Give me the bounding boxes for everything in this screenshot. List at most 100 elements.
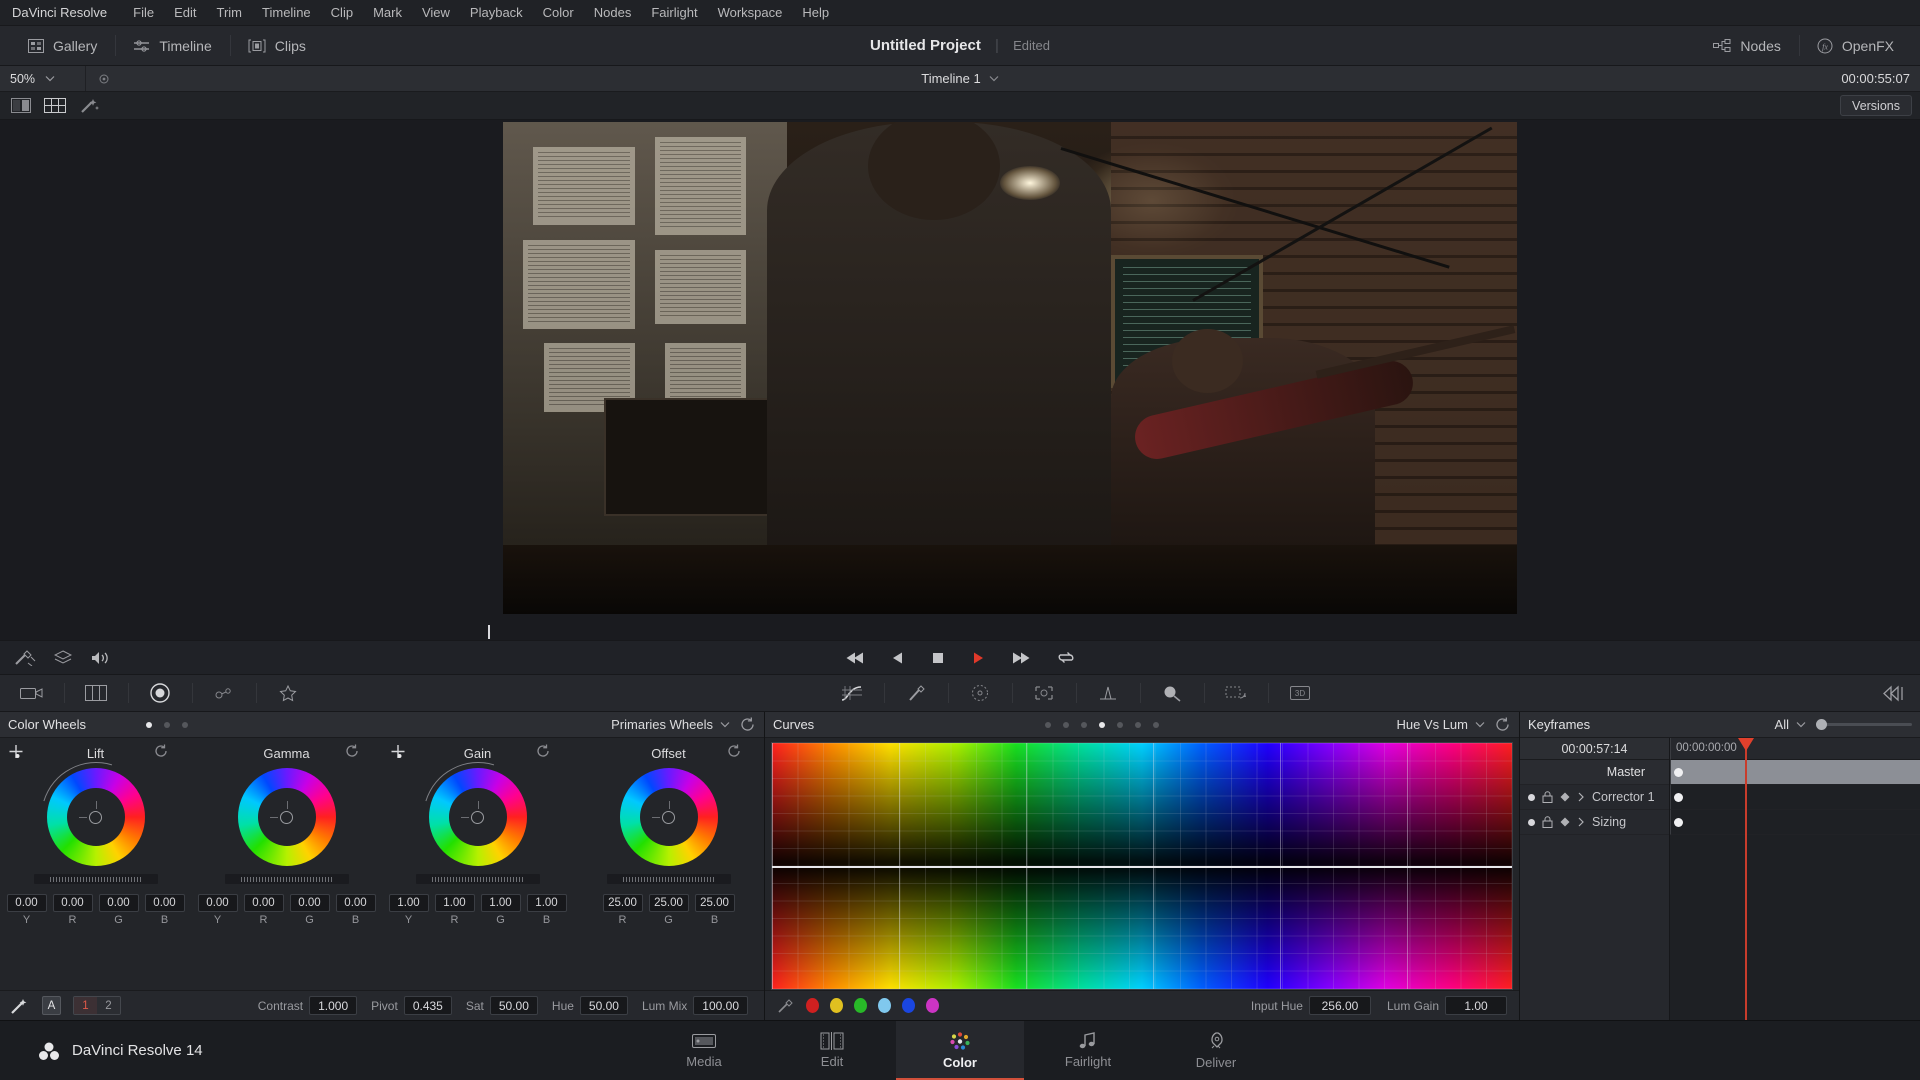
versions-button[interactable]: Versions: [1840, 95, 1912, 116]
keyframes-filter-selector[interactable]: All: [1775, 717, 1806, 732]
color-picker-icon[interactable]: [14, 649, 36, 666]
record-icon[interactable]: [128, 675, 192, 711]
page-dot[interactable]: [146, 721, 152, 728]
menu-item-playback[interactable]: Playback: [460, 0, 533, 26]
viewer-scrubber[interactable]: [0, 624, 1920, 640]
page-button-deliver[interactable]: Deliver: [1152, 1021, 1280, 1080]
gamma-g-value[interactable]: 0.00: [289, 894, 330, 912]
page-dot[interactable]: [1081, 721, 1087, 728]
gamma-slider[interactable]: [224, 874, 349, 884]
tracker-palette-icon[interactable]: [1012, 675, 1076, 711]
page-button-edit[interactable]: Edit: [768, 1021, 896, 1080]
lum-mix-value[interactable]: 100.00: [693, 996, 748, 1015]
play-reverse-button[interactable]: [891, 651, 905, 665]
lock-icon[interactable]: [1542, 791, 1553, 803]
page-dot[interactable]: [1117, 721, 1123, 728]
contrast-value[interactable]: 1.000: [309, 996, 358, 1015]
lift-y-value[interactable]: 0.00: [6, 894, 47, 912]
jump-to-end-button[interactable]: [1011, 651, 1031, 665]
curve-swatch-cyan[interactable]: [878, 998, 891, 1013]
openfx-button[interactable]: fx OpenFX: [1798, 26, 1912, 65]
keyframes-playhead[interactable]: [1738, 738, 1754, 1020]
lift-crosshair[interactable]: [79, 800, 102, 824]
version-2-button[interactable]: 2: [97, 997, 120, 1014]
power-window-icon[interactable]: [948, 675, 1012, 711]
page-button-fairlight[interactable]: Fairlight: [1024, 1021, 1152, 1080]
offset-reset-icon[interactable]: [727, 744, 742, 758]
lift-b-value[interactable]: 0.00: [144, 894, 185, 912]
gamma-b-value[interactable]: 0.00: [335, 894, 376, 912]
input-hue-value[interactable]: 256.00: [1308, 996, 1371, 1015]
pivot-value[interactable]: 0.435: [403, 996, 452, 1015]
lift-slider[interactable]: [33, 874, 158, 884]
tracker-icon[interactable]: [192, 675, 256, 711]
page-dot[interactable]: [1099, 721, 1105, 728]
camera-icon[interactable]: [0, 675, 64, 711]
hue-value[interactable]: 50.00: [579, 996, 628, 1015]
playhead-marker[interactable]: [488, 625, 490, 639]
qualifier-icon[interactable]: [884, 675, 948, 711]
menu-item-color[interactable]: Color: [533, 0, 584, 26]
keyframes-ruler[interactable]: 00:00:00:00: [1670, 738, 1920, 760]
gain-picker-icon[interactable]: [390, 744, 407, 761]
gain-reset-icon[interactable]: [536, 744, 551, 758]
offset-crosshair[interactable]: [652, 800, 675, 824]
magic-wand-icon[interactable]: [74, 95, 104, 117]
keyframe-marker[interactable]: [1674, 792, 1683, 802]
page-dot[interactable]: [182, 721, 188, 728]
curve-line[interactable]: [772, 866, 1512, 868]
gain-b-value[interactable]: 1.00: [526, 894, 567, 912]
menu-item-edit[interactable]: Edit: [164, 0, 206, 26]
3d-icon[interactable]: 3D: [1268, 675, 1332, 711]
curve-swatch-magenta[interactable]: [926, 998, 939, 1013]
nodes-panel-button[interactable]: Nodes: [1695, 26, 1798, 65]
gamma-crosshair[interactable]: [270, 800, 293, 824]
sat-value[interactable]: 50.00: [489, 996, 538, 1015]
sizing-icon[interactable]: [1204, 675, 1268, 711]
lift-wheel[interactable]: [21, 742, 170, 892]
curve-swatch-green[interactable]: [854, 998, 867, 1013]
expand-chevron-icon[interactable]: [1577, 817, 1585, 827]
auto-balance-icon[interactable]: [10, 997, 30, 1015]
gain-slider[interactable]: [415, 874, 540, 884]
curves-palette-icon[interactable]: [820, 675, 884, 711]
gain-y-value[interactable]: 1.00: [388, 894, 429, 912]
key-icon[interactable]: [1140, 675, 1204, 711]
keyframes-row-sizing[interactable]: Sizing: [1520, 810, 1669, 835]
zoom-level-selector[interactable]: 50%: [0, 66, 86, 91]
gamma-r-value[interactable]: 0.00: [243, 894, 284, 912]
menu-item-nodes[interactable]: Nodes: [584, 0, 642, 26]
lum-gain-value[interactable]: 1.00: [1445, 996, 1507, 1015]
gamma-y-value[interactable]: 0.00: [197, 894, 238, 912]
jump-to-start-button[interactable]: [845, 651, 865, 665]
keyframes-track-corrector-1[interactable]: [1670, 785, 1920, 810]
keyframes-track-master[interactable]: [1670, 760, 1920, 785]
page-dot[interactable]: [1153, 721, 1159, 728]
keyframe-diamond-icon[interactable]: [1560, 792, 1570, 802]
menu-item-clip[interactable]: Clip: [321, 0, 363, 26]
menu-item-trim[interactable]: Trim: [207, 0, 253, 26]
page-button-media[interactable]: Media: [640, 1021, 768, 1080]
loop-button[interactable]: [1057, 650, 1075, 665]
version-1-button[interactable]: 1: [74, 997, 97, 1014]
play-button[interactable]: [971, 651, 985, 665]
page-dot[interactable]: [1063, 721, 1069, 728]
page-dot[interactable]: [1135, 721, 1141, 728]
menu-item-timeline[interactable]: Timeline: [252, 0, 321, 26]
split-screen-icon[interactable]: [6, 95, 36, 117]
lock-icon[interactable]: [1542, 816, 1553, 828]
favorite-icon[interactable]: [256, 675, 320, 711]
keyframes-track-sizing[interactable]: [1670, 810, 1920, 835]
menu-item-view[interactable]: View: [412, 0, 460, 26]
keyframes-timeline[interactable]: 00:00:00:00: [1670, 738, 1920, 1020]
keyframe-marker[interactable]: [1674, 767, 1683, 777]
gamma-reset-icon[interactable]: [345, 744, 360, 758]
curve-swatch-yellow[interactable]: [830, 998, 843, 1013]
timeline-button[interactable]: Timeline: [115, 26, 229, 65]
clips-button[interactable]: Clips: [229, 26, 324, 65]
palette-toggle-icon[interactable]: [1882, 685, 1906, 702]
gain-g-value[interactable]: 1.00: [480, 894, 521, 912]
page-button-color[interactable]: Color: [896, 1021, 1024, 1080]
curve-swatch-blue[interactable]: [902, 998, 915, 1013]
keyframes-row-master[interactable]: Master: [1520, 760, 1669, 785]
